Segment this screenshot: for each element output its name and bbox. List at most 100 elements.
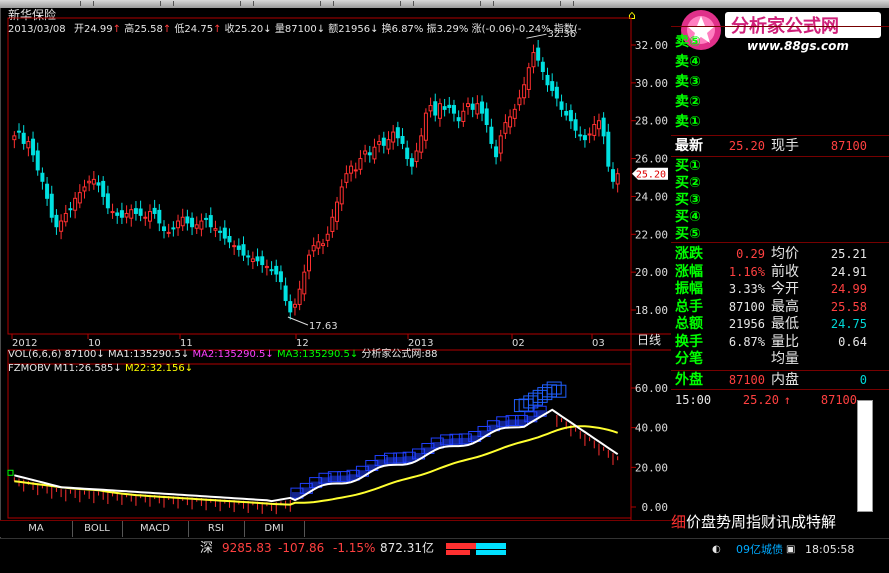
- tab-detail[interactable]: 细: [671, 513, 686, 531]
- candle-body: [517, 97, 522, 106]
- stat-value-4: 21956: [728, 317, 765, 331]
- sell-level-5: 卖⑤: [671, 34, 871, 51]
- indicator-bars: [13, 381, 619, 515]
- outer-value: 87100: [728, 373, 765, 387]
- inner-label: 内盘: [771, 372, 799, 388]
- candle-body: [302, 271, 307, 295]
- candle-body: [77, 192, 82, 204]
- tick-price: 25.20: [742, 393, 779, 407]
- candle-body: [461, 110, 466, 122]
- stat-value-5: 6.87%: [728, 334, 765, 349]
- candle-body: [59, 220, 64, 232]
- candle-body: [119, 210, 124, 218]
- up-ratio-bar: [446, 543, 476, 549]
- stat-value-3: 87100: [728, 299, 765, 314]
- candle-body: [105, 193, 110, 209]
- candle-body: [288, 301, 293, 313]
- buy-level-3: 买③: [671, 192, 871, 209]
- news-ticker[interactable]: 09亿城债: [736, 543, 783, 556]
- stat-label2-3: 最高: [771, 298, 799, 315]
- current-price-label: 25.20: [636, 170, 666, 181]
- tick-scrollbar[interactable]: [857, 400, 873, 512]
- right-tabs[interactable]: 细价盘势周指财讯成特解: [671, 513, 889, 531]
- candle-body: [82, 186, 87, 192]
- stat-label2-2: 今开: [771, 281, 799, 297]
- stat-row-4-label: 总额: [675, 316, 703, 332]
- candle-body: [470, 103, 475, 110]
- candle-body: [559, 101, 564, 110]
- candle-body: [512, 108, 517, 119]
- vol-prefix: VOL(6,6,6): [8, 349, 62, 360]
- candle-body: [349, 165, 354, 174]
- candle-body: [87, 180, 92, 184]
- sell-level-2: 卖②: [671, 94, 871, 111]
- sell-level-1: 卖①: [671, 114, 871, 131]
- right-tabs-rest[interactable]: 价盘势周指财讯成特解: [686, 513, 836, 531]
- candle-body: [353, 169, 358, 172]
- candle-body: [208, 215, 213, 228]
- price-tick-7: 18.00: [635, 304, 668, 317]
- candle-body: [292, 303, 297, 308]
- vol-ma1: MA1:135290.5: [107, 349, 181, 360]
- tab-dmi[interactable]: DMI: [244, 521, 305, 537]
- candle-body: [218, 230, 223, 233]
- candle-body: [484, 108, 489, 125]
- price-tick-5: 22.00: [635, 228, 668, 241]
- down-arrow-icon: ↓: [265, 349, 274, 360]
- signal-marker: [7, 469, 14, 476]
- candle-body: [250, 258, 255, 263]
- kline-chart[interactable]: 32.36 17.63 32.00 30.00 28.00 26.00 24.00 22.0…: [0, 8, 671, 520]
- candle-body: [578, 134, 583, 137]
- candle-body: [91, 178, 96, 185]
- stat-value-0: 0.29: [736, 247, 765, 261]
- down-arrow-icon: ↓: [180, 349, 190, 360]
- candle-body: [554, 86, 559, 99]
- candle-body: [274, 265, 279, 275]
- stat-row-1-label: 涨幅: [675, 263, 703, 280]
- tab-macd[interactable]: MACD: [122, 521, 189, 537]
- latest-label: 最新: [675, 138, 703, 154]
- chart-grid: [7, 17, 671, 520]
- tab-rsi[interactable]: RSI: [188, 521, 245, 537]
- stat-row-4: 总额 21956 最低 24.75: [671, 316, 871, 333]
- candle-body: [540, 61, 545, 73]
- indicator-m11: M11:26.585: [53, 363, 114, 374]
- candle-body: [508, 116, 513, 128]
- down-ratio-bar: [476, 543, 506, 549]
- indicator-legend: FZMOBV M11:26.585↓ M22:32.156↓: [8, 362, 193, 375]
- quote-panel: 分析家公式网 www.88gs.com 最新 25.20 现手 87100 外盘…: [671, 8, 889, 538]
- date-label-5: 02: [512, 338, 525, 349]
- candle-body: [503, 122, 508, 134]
- tick-row: 15:00 25.20 ↑ 87100: [671, 392, 871, 409]
- candle-body: [475, 103, 480, 115]
- stat-value2-4: 24.75: [830, 317, 867, 331]
- speaker-icon[interactable]: ◐: [712, 543, 721, 556]
- candles: 32.36 17.63: [12, 29, 620, 332]
- candle-body: [246, 255, 251, 258]
- stat-row-1: 涨幅 1.16% 前收 24.91: [671, 264, 871, 281]
- max-marker-line: [526, 33, 547, 39]
- candle-body: [26, 141, 31, 149]
- candle-body: [176, 220, 181, 229]
- candle-body: [447, 104, 452, 108]
- candle-body: [115, 212, 120, 216]
- price-tick-0: 32.00: [635, 39, 668, 52]
- tab-ma[interactable]: MA: [0, 521, 73, 537]
- candle-body: [377, 141, 382, 145]
- market-pct: -1.15%: [333, 541, 376, 555]
- period-label[interactable]: 日线: [637, 334, 661, 347]
- candle-body: [568, 110, 573, 122]
- candle-body: [367, 152, 372, 156]
- candle-body: [423, 112, 428, 141]
- vol-value: 87100: [64, 349, 97, 360]
- candle-body: [437, 103, 442, 119]
- monitor-icon[interactable]: ▣: [786, 543, 795, 556]
- candle-body: [405, 147, 410, 160]
- buy-level-4-label: 买④: [675, 209, 701, 225]
- inner-value: 0: [859, 373, 867, 387]
- candle-body: [587, 133, 592, 136]
- tab-boll[interactable]: BOLL: [72, 521, 123, 537]
- candle-body: [522, 84, 527, 99]
- sell-level-3: 卖③: [671, 74, 871, 91]
- sell-level-2-label: 卖②: [675, 94, 701, 110]
